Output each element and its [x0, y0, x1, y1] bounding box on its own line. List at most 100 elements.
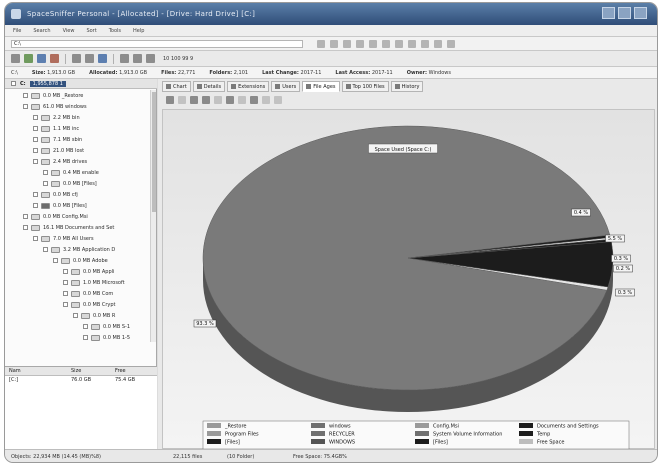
tree-node[interactable]: 16.1 MB Documents and Set — [23, 223, 114, 232]
minimize-button[interactable] — [602, 7, 615, 19]
chart-save-icon[interactable] — [214, 96, 222, 104]
options-icon[interactable] — [447, 40, 455, 48]
expand-icon[interactable] — [43, 181, 48, 186]
level-icon[interactable] — [146, 54, 155, 63]
menu-tools[interactable]: Tools — [109, 28, 121, 34]
menu-file[interactable]: File — [13, 28, 21, 34]
tree-node[interactable]: 0.0 MB [Files] — [43, 179, 97, 188]
maximize-button[interactable] — [618, 7, 631, 19]
tab-history[interactable]: History — [390, 81, 424, 92]
stop-scan-icon[interactable] — [50, 54, 59, 63]
tree-node[interactable]: 2.2 MB bin — [33, 113, 80, 122]
tree-node[interactable]: 21.0 MB lost — [33, 146, 84, 155]
expand-icon[interactable] — [53, 258, 58, 263]
folder-icon[interactable] — [72, 54, 81, 63]
chart-reset-icon[interactable] — [274, 96, 282, 104]
menu-view[interactable]: View — [63, 28, 75, 34]
tree-root[interactable]: C: 1,955,878 1 — [5, 79, 157, 89]
tab-top-100-files[interactable]: Top 100 Files — [341, 81, 389, 92]
tree-node[interactable]: 0.0 MB [Files] — [33, 201, 87, 210]
drive-icon[interactable] — [85, 54, 94, 63]
chart-icon[interactable] — [98, 54, 107, 63]
paste-icon[interactable] — [421, 40, 429, 48]
expand-icon[interactable] — [23, 214, 28, 219]
tree-node[interactable]: 7.0 MB All Users — [33, 234, 94, 243]
copy-icon[interactable] — [408, 40, 416, 48]
tree-node[interactable]: 0.0 MB 1-5 — [83, 333, 130, 342]
stop-icon[interactable] — [395, 40, 403, 48]
collapse-icon[interactable] — [33, 159, 38, 164]
chart-zoom-icon[interactable] — [250, 96, 258, 104]
tab-extensions[interactable]: Extensions — [227, 81, 270, 92]
collapse-icon[interactable] — [11, 81, 16, 86]
expand-icon[interactable] — [33, 115, 38, 120]
tree-node[interactable]: 0.0 MB Config.Msi — [23, 212, 88, 221]
column-name[interactable]: Nam — [5, 368, 67, 374]
tree-node[interactable]: 0.0 MB Appli — [63, 267, 114, 276]
back-icon[interactable] — [330, 40, 338, 48]
refresh-icon[interactable] — [369, 40, 377, 48]
home-icon[interactable] — [382, 40, 390, 48]
tree-node[interactable]: 0.4 MB enable — [43, 168, 99, 177]
chart-print-icon[interactable] — [202, 96, 210, 104]
tree-node[interactable]: 1.1 MB inc — [33, 124, 79, 133]
expand-icon[interactable] — [83, 335, 88, 340]
tree-node[interactable]: 0.0 MB cfj — [33, 190, 78, 199]
expand-icon[interactable] — [33, 126, 38, 131]
chart-rotate-icon[interactable] — [262, 96, 270, 104]
expand-icon[interactable] — [73, 313, 78, 318]
expand-icon[interactable] — [33, 203, 38, 208]
tab-users[interactable]: Users — [271, 81, 301, 92]
tree-node[interactable]: 2.4 MB drives — [33, 157, 87, 166]
expand-icon[interactable] — [63, 280, 68, 285]
collapse-icon[interactable] — [23, 104, 28, 109]
address-input[interactable]: C:\ — [11, 40, 303, 48]
tree-scroll-thumb[interactable] — [152, 92, 156, 212]
chart-bar-icon[interactable] — [238, 96, 246, 104]
tree-node[interactable]: 0.0 MB Com — [63, 289, 113, 298]
up-icon[interactable] — [356, 40, 364, 48]
chart-pie-icon[interactable] — [226, 96, 234, 104]
close-button[interactable] — [634, 7, 647, 19]
menu-sort[interactable]: Sort — [86, 28, 96, 34]
expand-icon[interactable] — [63, 291, 68, 296]
tree-node[interactable]: 1.0 MB Microsoft — [63, 278, 125, 287]
menu-help[interactable]: Help — [133, 28, 144, 34]
column-size[interactable]: Size — [67, 368, 111, 374]
layout-icon[interactable] — [133, 54, 142, 63]
filter-icon[interactable] — [11, 54, 20, 63]
tree-node[interactable]: 0.0 MB Crypt — [63, 300, 116, 309]
tab-file-ages[interactable]: File Ages — [302, 81, 340, 92]
view-icon[interactable] — [120, 54, 129, 63]
chart-3d-icon[interactable] — [166, 96, 174, 104]
tree-node[interactable]: 0.0 MB Adobe — [53, 256, 108, 265]
tree-node[interactable]: 3.2 MB Application D — [43, 245, 115, 254]
expand-icon[interactable] — [33, 192, 38, 197]
tree-scrollbar[interactable] — [150, 90, 156, 342]
expand-icon[interactable] — [43, 170, 48, 175]
chart-legend-icon[interactable] — [178, 96, 186, 104]
tab-chart[interactable]: Chart — [162, 81, 191, 92]
collapse-icon[interactable] — [43, 247, 48, 252]
collapse-icon[interactable] — [23, 225, 28, 230]
grid-icon[interactable] — [37, 54, 46, 63]
tree-node[interactable]: 0.0 MB S-1 — [83, 322, 130, 331]
scan-icon[interactable] — [24, 54, 33, 63]
go-icon[interactable] — [317, 40, 325, 48]
tree-node[interactable]: 61.0 MB windows — [23, 102, 87, 111]
expand-icon[interactable] — [23, 93, 28, 98]
tab-details[interactable]: Details — [192, 81, 226, 92]
expand-icon[interactable] — [33, 137, 38, 142]
expand-icon[interactable] — [83, 324, 88, 329]
tree-node[interactable]: 0.0 MB _Restore — [23, 91, 83, 100]
forward-icon[interactable] — [343, 40, 351, 48]
chart-copy-icon[interactable] — [190, 96, 198, 104]
list-item[interactable]: [C:] 76.0 GB 75.4 GB — [5, 376, 157, 384]
print-icon[interactable] — [434, 40, 442, 48]
collapse-icon[interactable] — [33, 236, 38, 241]
column-free[interactable]: Free — [111, 368, 151, 374]
tree-node[interactable]: 7.1 MB sbin — [33, 135, 82, 144]
expand-icon[interactable] — [33, 148, 38, 153]
title-bar[interactable]: SpaceSniffer Personal - [Allocated] - [D… — [5, 3, 657, 25]
menu-search[interactable]: Search — [33, 28, 50, 34]
